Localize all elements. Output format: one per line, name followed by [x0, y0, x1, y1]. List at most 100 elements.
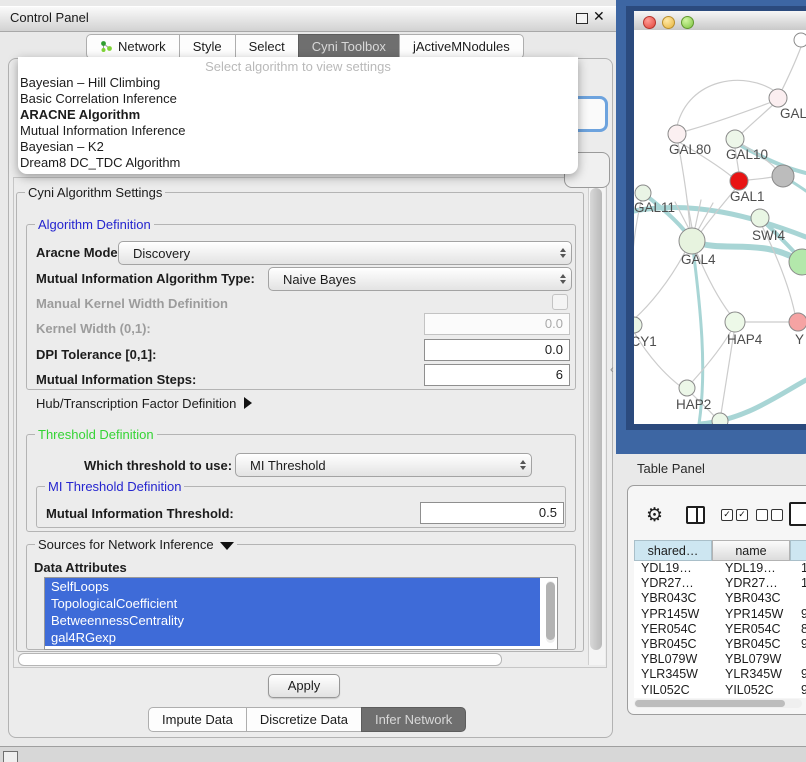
network-edge[interactable]: [677, 80, 776, 126]
network-node-gcy1[interactable]: [634, 317, 642, 333]
gear-icon[interactable]: ⚙: [646, 504, 663, 527]
mi-threshold-field[interactable]: 0.5: [420, 502, 564, 524]
network-edge[interactable]: [686, 100, 777, 131]
list-scrollbar-thumb[interactable]: [546, 582, 555, 640]
columns-icon[interactable]: [686, 506, 705, 524]
network-node[interactable]: [794, 33, 806, 47]
bottom-tab-discretize-data[interactable]: Discretize Data: [246, 707, 362, 732]
list-scrollbar[interactable]: [546, 581, 555, 643]
algorithm-option[interactable]: Basic Correlation Inference: [18, 91, 578, 107]
settings-vscrollbar-thumb[interactable]: [590, 188, 602, 650]
network-node-gal11[interactable]: [635, 185, 651, 201]
settings-hscrollbar-thumb[interactable]: [18, 653, 502, 666]
collapsed-arrow-icon[interactable]: [244, 397, 252, 409]
algorithm-option[interactable]: ARACNE Algorithm: [18, 107, 578, 123]
table-row[interactable]: YDR27…YDR27…12: [634, 576, 806, 591]
table-row[interactable]: YLR345WYLR345W9.: [634, 667, 806, 682]
network-node-hap2[interactable]: [679, 380, 695, 396]
network-window-titlebar[interactable]: [634, 11, 806, 31]
hub-definition-toggle[interactable]: Hub/Transcription Factor Definition: [36, 396, 252, 411]
sources-title[interactable]: Sources for Network Inference: [35, 537, 237, 552]
which-threshold-value: MI Threshold: [236, 458, 514, 473]
network-canvas[interactable]: GALGAL80GAL10GAL1GAL11SWI4GAL4GCY1HAP4YH…: [634, 30, 806, 424]
table-cell: [797, 591, 806, 606]
mi-type-select[interactable]: Naive Bayes: [268, 267, 572, 291]
table-hscrollbar[interactable]: [634, 699, 802, 708]
control-panel-header: [0, 6, 620, 32]
select-all-checks-icon[interactable]: ✓✓: [721, 509, 748, 521]
mi-steps-label: Mutual Information Steps:: [36, 372, 196, 387]
network-node[interactable]: [772, 165, 794, 187]
network-node-gal1[interactable]: [730, 172, 748, 190]
close-panel-icon[interactable]: ✕: [593, 8, 605, 25]
data-attributes-label: Data Attributes: [34, 560, 127, 575]
network-node[interactable]: [789, 249, 806, 275]
network-node-gal4[interactable]: [679, 228, 705, 254]
data-attribute-item[interactable]: BetweennessCentrality: [45, 612, 540, 629]
table-cell: YBR043C: [634, 591, 719, 606]
network-node-swi4[interactable]: [751, 209, 769, 227]
table-hscrollbar-thumb[interactable]: [635, 700, 785, 707]
algorithm-option[interactable]: Bayesian – K2: [18, 139, 578, 155]
data-attributes-list[interactable]: SelfLoopsTopologicalCoefficientBetweenne…: [44, 577, 558, 650]
table-row[interactable]: YIL052CYIL052C9.: [634, 683, 806, 698]
column-header-name[interactable]: name: [712, 540, 790, 561]
tab-jactivemnodules[interactable]: jActiveMNodules: [399, 34, 524, 59]
table-row[interactable]: YBR045CYBR045C9.: [634, 637, 806, 652]
zoom-window-icon[interactable]: [681, 16, 694, 29]
new-table-icon[interactable]: [789, 502, 806, 526]
tab-select[interactable]: Select: [235, 34, 299, 59]
close-window-icon[interactable]: [643, 16, 656, 29]
network-node-y[interactable]: [789, 313, 806, 331]
tab-cyni-toolbox[interactable]: Cyni Toolbox: [298, 34, 400, 59]
algorithm-option[interactable]: Bayesian – Hill Climbing: [18, 75, 578, 91]
tab-network[interactable]: Network: [86, 34, 180, 59]
table-cell: 8.: [797, 622, 806, 637]
apply-button[interactable]: Apply: [268, 674, 340, 698]
network-node-label: HAP4: [727, 332, 763, 347]
table-row[interactable]: YPR145WYPR145W9.: [634, 607, 806, 622]
table-cell: YBL079W: [719, 652, 797, 667]
table-row[interactable]: YBR043CYBR043C: [634, 591, 806, 606]
network-edge[interactable]: [779, 47, 801, 96]
network-node-gal80[interactable]: [668, 125, 686, 143]
expanded-arrow-icon[interactable]: [220, 542, 234, 550]
network-edge[interactable]: [695, 200, 701, 228]
table-cell: [797, 652, 806, 667]
network-node[interactable]: [712, 413, 728, 424]
aracne-mode-select[interactable]: Discovery: [118, 241, 572, 265]
dpi-tolerance-field[interactable]: 0.0: [424, 339, 570, 361]
data-attribute-item[interactable]: gal4RGexp: [45, 629, 540, 646]
data-attribute-item[interactable]: SelfLoops: [45, 578, 540, 595]
minimize-window-icon[interactable]: [662, 16, 675, 29]
table-cell: YER054C: [634, 622, 719, 637]
table-row[interactable]: YDL19…YDL19…13: [634, 561, 806, 576]
float-panel-icon[interactable]: [576, 13, 588, 24]
tab-style[interactable]: Style: [179, 34, 236, 59]
mi-steps-field[interactable]: 6: [424, 364, 570, 386]
column-header-shared…[interactable]: shared…: [634, 540, 712, 561]
network-node-gal[interactable]: [769, 89, 787, 107]
network-edge[interactable]: [693, 331, 731, 381]
table-row[interactable]: YER054CYER054C8.: [634, 622, 806, 637]
which-threshold-select[interactable]: MI Threshold: [235, 453, 532, 477]
algorithm-option[interactable]: Dream8 DC_TDC Algorithm: [18, 155, 578, 171]
algorithm-option[interactable]: Mutual Information Inference: [18, 123, 578, 139]
splitter-collapse-icon[interactable]: ‹: [610, 364, 614, 376]
mi-threshold-title: MI Threshold Definition: [45, 479, 184, 494]
bottom-tab-impute-data[interactable]: Impute Data: [148, 707, 247, 732]
table-row[interactable]: YBL079WYBL079W: [634, 652, 806, 667]
network-edge[interactable]: [748, 177, 773, 180]
column-header-extra[interactable]: [790, 540, 806, 561]
restore-panel-icon[interactable]: [3, 751, 18, 762]
network-edge[interactable]: [634, 201, 641, 318]
deselect-all-checks-icon[interactable]: [756, 509, 783, 521]
table-cell: YBR045C: [719, 637, 797, 652]
network-node-gal10[interactable]: [726, 130, 744, 148]
kernel-width-field[interactable]: 0.0: [424, 313, 570, 335]
bottom-tab-infer-network[interactable]: Infer Network: [361, 707, 466, 732]
network-edge[interactable]: [634, 252, 685, 320]
manual-kernel-checkbox[interactable]: [552, 294, 568, 310]
network-node-hap4[interactable]: [725, 312, 745, 332]
data-attribute-item[interactable]: TopologicalCoefficient: [45, 595, 540, 612]
